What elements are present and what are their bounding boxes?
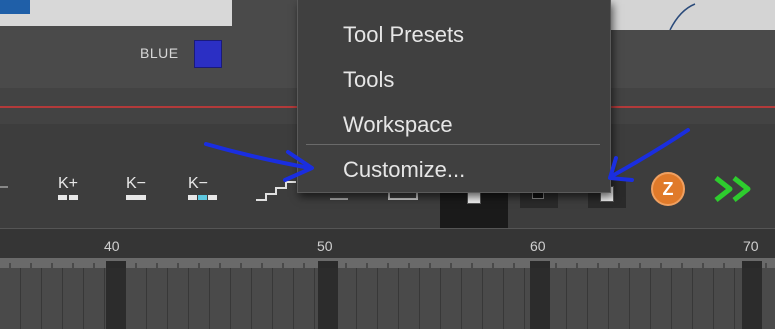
annotation-arrows [204, 128, 690, 182]
right-arrow-icon [610, 128, 690, 178]
